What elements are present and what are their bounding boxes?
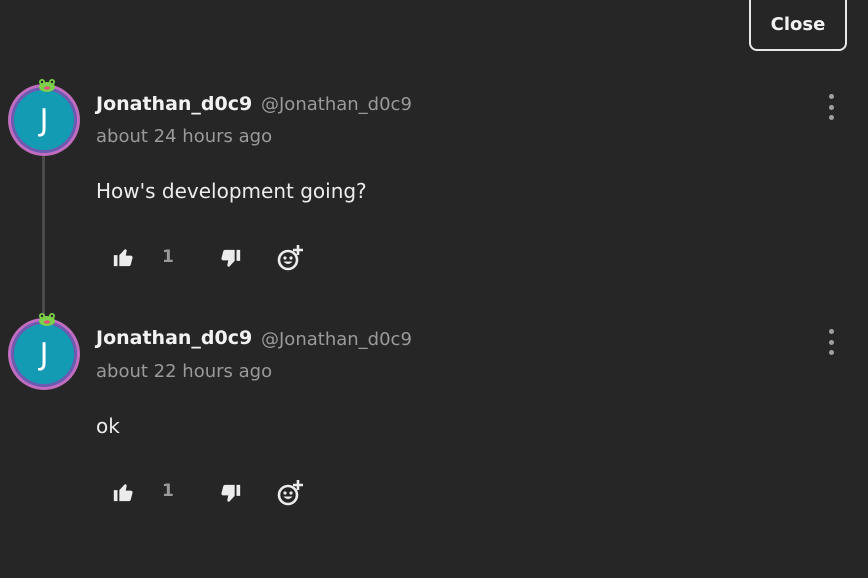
comment-timestamp: about 22 hours ago: [96, 361, 273, 382]
thumbs-up-icon[interactable]: [112, 246, 134, 268]
close-button[interactable]: Close: [749, 0, 847, 51]
user-handle[interactable]: @Jonathan_d0c9: [261, 329, 412, 350]
more-vertical-icon[interactable]: [822, 94, 840, 120]
user-handle[interactable]: @Jonathan_d0c9: [261, 94, 412, 115]
avatar-letter: J: [14, 324, 74, 384]
avatar-letter: J: [14, 90, 74, 150]
add-reaction-icon[interactable]: [276, 479, 304, 507]
thumbs-down-icon[interactable]: [220, 248, 242, 270]
comment-timestamp: about 24 hours ago: [96, 126, 273, 147]
thumbs-up-icon[interactable]: [112, 481, 134, 503]
username[interactable]: Jonathan_d0c9: [96, 93, 252, 115]
username[interactable]: Jonathan_d0c9: [96, 327, 252, 349]
frog-icon: [39, 79, 55, 92]
thread-connector-line: [42, 156, 45, 316]
frog-icon: [39, 313, 55, 326]
add-reaction-icon[interactable]: [276, 244, 304, 272]
like-count: 1: [162, 247, 174, 267]
avatar[interactable]: J: [8, 79, 80, 156]
like-count: 1: [162, 481, 174, 501]
more-vertical-icon[interactable]: [822, 329, 840, 355]
comment-body: ok: [96, 414, 120, 438]
thumbs-down-icon[interactable]: [220, 483, 242, 505]
avatar[interactable]: J: [8, 313, 80, 390]
comment-thread-page: Close J Jonathan_d0c9 @Jonathan_d0c9 abo…: [0, 0, 868, 578]
comment-body: How's development going?: [96, 179, 367, 203]
